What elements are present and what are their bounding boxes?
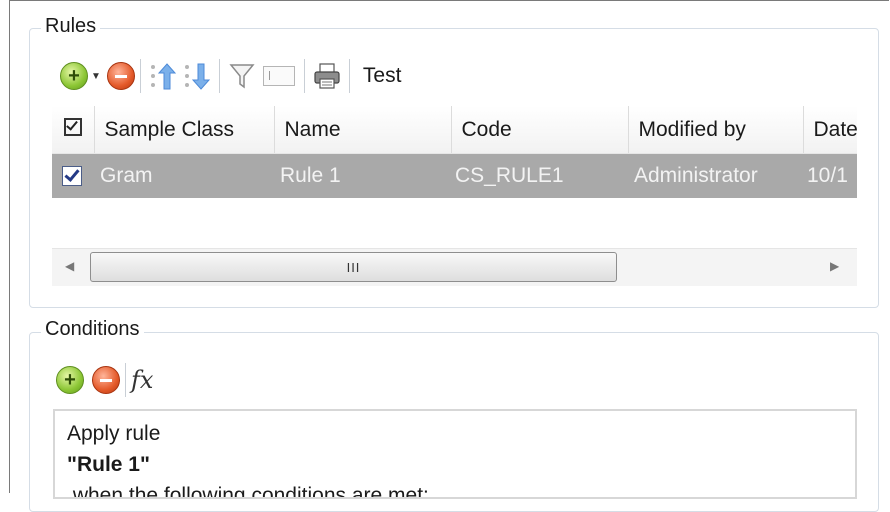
toolbar-separator — [139, 59, 141, 93]
toolbar-separator — [303, 59, 305, 93]
table-row[interactable]: Gram Rule 1 CS_RULE1 Administrator 10/1 — [52, 153, 857, 198]
add-condition-button[interactable]: + — [56, 366, 84, 394]
move-up-button[interactable] — [146, 60, 180, 92]
print-icon — [314, 63, 340, 89]
test-button[interactable]: Test — [363, 64, 402, 88]
toolbar-separator — [348, 59, 350, 93]
conditions-toolbar: + fx — [56, 362, 153, 398]
add-icon: + — [60, 62, 88, 90]
column-header-code[interactable]: Code — [451, 106, 629, 154]
remove-icon — [106, 62, 135, 90]
function-button[interactable]: fx — [131, 366, 153, 394]
scroll-left-icon[interactable]: ◀ — [65, 259, 74, 273]
filter-icon — [229, 64, 255, 89]
toolbar-separator — [125, 363, 126, 397]
scrollbar-grip: III — [346, 259, 361, 275]
select-all-checkbox[interactable] — [64, 117, 82, 136]
move-down-icon — [184, 63, 211, 90]
add-rule-button[interactable]: + ▼ — [60, 62, 107, 90]
conditions-group-title: Conditions — [41, 318, 144, 341]
move-up-icon — [150, 63, 177, 90]
column-header-date[interactable]: Date — [803, 106, 857, 154]
column-header-name[interactable]: Name — [274, 106, 452, 154]
add-icon: + — [56, 366, 84, 394]
filter-field-button[interactable] — [259, 66, 299, 86]
filter-button[interactable] — [225, 61, 259, 91]
toolbar-separator — [218, 59, 220, 93]
remove-icon — [92, 366, 120, 394]
cell-date[interactable]: 10/1 — [803, 153, 857, 198]
column-header-modified-by[interactable]: Modified by — [628, 106, 804, 154]
table-header-row: Sample Class Name Code Modified by Date — [52, 106, 857, 154]
print-button[interactable] — [310, 61, 344, 91]
cell-modified-by[interactable]: Administrator — [628, 153, 803, 198]
conditions-editor[interactable]: Apply rule "Rule 1" when the following c… — [53, 409, 857, 499]
editor-line: Apply rule — [67, 422, 161, 445]
column-header-sample-class[interactable]: Sample Class — [94, 106, 275, 154]
remove-rule-button[interactable] — [106, 62, 135, 90]
cell-name[interactable]: Rule 1 — [274, 153, 451, 198]
scroll-right-icon[interactable]: ▶ — [830, 259, 839, 273]
horizontal-scrollbar[interactable]: ◀ III ▶ — [52, 248, 857, 286]
rules-group-title: Rules — [41, 15, 101, 38]
editor-line-rule-name: "Rule 1" — [67, 453, 150, 476]
row-checkbox-cell[interactable] — [52, 153, 94, 198]
dropdown-arrow-icon[interactable]: ▼ — [91, 71, 101, 82]
cell-code[interactable]: CS_RULE1 — [451, 153, 628, 198]
editor-line: when the following conditions are met: — [67, 484, 429, 499]
scrollbar-thumb[interactable]: III — [90, 252, 617, 282]
remove-condition-button[interactable] — [92, 366, 120, 394]
cell-sample-class[interactable]: Gram — [94, 153, 274, 198]
select-all-header[interactable] — [52, 106, 95, 154]
move-down-button[interactable] — [180, 60, 214, 92]
rules-table: Sample Class Name Code Modified by Date … — [52, 106, 857, 198]
text-field-icon — [262, 66, 295, 86]
rules-toolbar: + ▼ Test — [60, 58, 401, 94]
row-checkbox[interactable] — [62, 166, 82, 187]
